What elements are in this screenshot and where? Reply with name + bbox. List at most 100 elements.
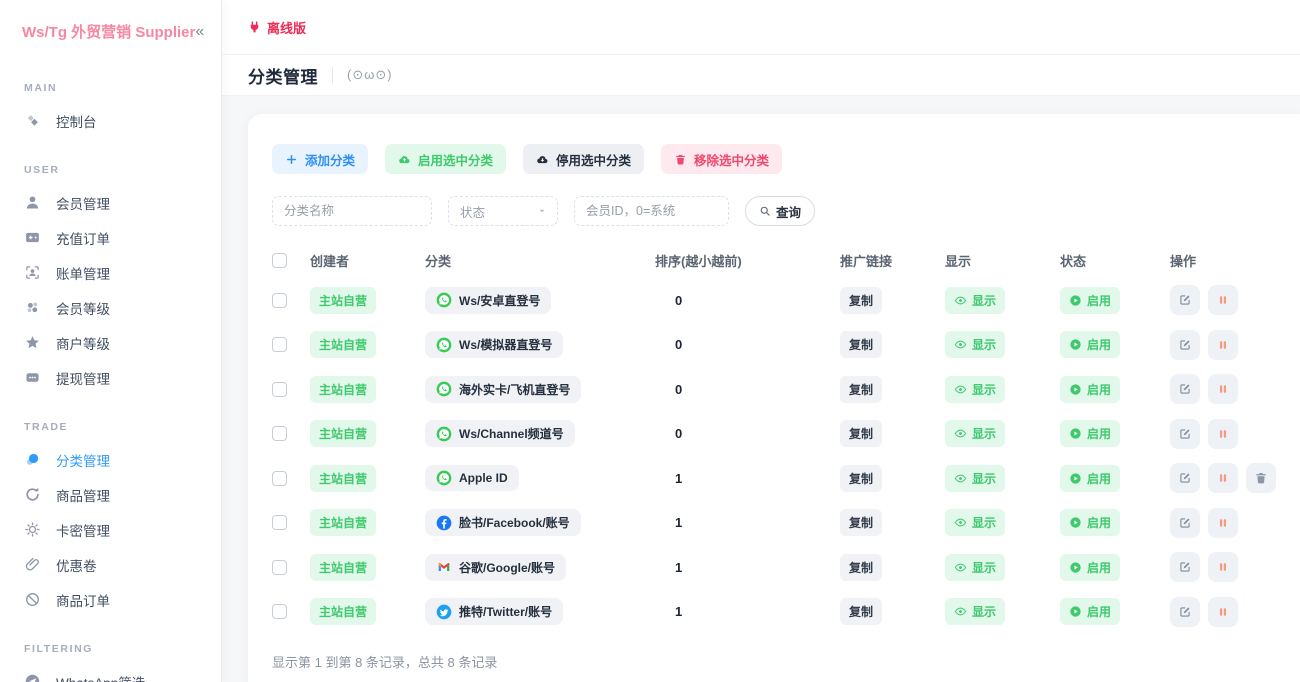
sidebar-section: USER 会员管理 充值订单 账单管理 会员等级 商户等级 提现管理 <box>0 164 221 395</box>
edit-button[interactable] <box>1170 330 1200 360</box>
pause-button[interactable] <box>1208 285 1238 315</box>
filter-bar: 状态 查询 <box>272 196 1276 226</box>
edit-button[interactable] <box>1170 508 1200 538</box>
pause-icon <box>1216 471 1230 485</box>
member-id-input[interactable] <box>574 196 729 226</box>
copy-link-button[interactable]: 复制 <box>840 376 882 403</box>
sidebar-item-category-management[interactable]: 分类管理 <box>0 442 221 477</box>
disable-selected-button[interactable]: 停用选中分类 <box>523 144 644 174</box>
play-circle-icon <box>1069 561 1082 574</box>
enable-selected-button[interactable]: 启用选中分类 <box>385 144 506 174</box>
edit-icon <box>1178 471 1192 485</box>
pause-button[interactable] <box>1208 374 1238 404</box>
copy-link-button[interactable]: 复制 <box>840 287 882 314</box>
category-pill: 脸书/Facebook/账号 <box>425 509 581 536</box>
status-badge[interactable]: 启用 <box>1060 331 1120 358</box>
copy-link-button[interactable]: 复制 <box>840 509 882 536</box>
edit-icon <box>1178 560 1192 574</box>
category-pill: 海外实卡/飞机直登号 <box>425 376 581 403</box>
pause-button[interactable] <box>1208 552 1238 582</box>
status-badge[interactable]: 启用 <box>1060 465 1120 492</box>
eye-icon <box>954 427 967 440</box>
facebook-icon <box>436 515 452 531</box>
topbar: 离线版 <box>222 0 1300 55</box>
sidebar-item-merchant-levels[interactable]: 商户等级 <box>0 325 221 360</box>
edit-button[interactable] <box>1170 552 1200 582</box>
cloud-upload-icon <box>398 153 411 166</box>
copy-link-button[interactable]: 复制 <box>840 598 882 625</box>
pause-button[interactable] <box>1208 419 1238 449</box>
row-checkbox[interactable] <box>272 604 287 619</box>
search-button[interactable]: 查询 <box>745 196 815 226</box>
sidebar-item-billing-management[interactable]: 账单管理 <box>0 255 221 290</box>
edit-button[interactable] <box>1170 285 1200 315</box>
pause-button[interactable] <box>1208 508 1238 538</box>
sidebar-item-whatsapp-filter[interactable]: WhatsApp筛选 <box>0 664 221 682</box>
category-name-input[interactable] <box>272 196 432 226</box>
sidebar-collapse-icon[interactable]: « <box>195 24 204 40</box>
row-checkbox[interactable] <box>272 560 287 575</box>
pause-icon <box>1216 560 1230 574</box>
sidebar-item-recharge-orders[interactable]: 充值订单 <box>0 220 221 255</box>
row-checkbox[interactable] <box>272 337 287 352</box>
sidebar-item-product-orders[interactable]: 商品订单 <box>0 582 221 617</box>
display-badge[interactable]: 显示 <box>945 331 1005 358</box>
creator-badge: 主站自营 <box>310 287 376 314</box>
status-badge[interactable]: 启用 <box>1060 598 1120 625</box>
display-badge[interactable]: 显示 <box>945 554 1005 581</box>
edit-button[interactable] <box>1170 597 1200 627</box>
remove-selected-button[interactable]: 移除选中分类 <box>661 144 782 174</box>
header-category: 分类 <box>425 251 655 270</box>
copy-link-button[interactable]: 复制 <box>840 331 882 358</box>
row-checkbox[interactable] <box>272 471 287 486</box>
sidebar-item-product-management[interactable]: 商品管理 <box>0 477 221 512</box>
display-badge[interactable]: 显示 <box>945 598 1005 625</box>
pause-icon <box>1216 293 1230 307</box>
app-title: Ws/Tg 外贸营销 Supplier <box>22 21 195 42</box>
edit-icon <box>1178 293 1192 307</box>
display-badge[interactable]: 显示 <box>945 287 1005 314</box>
display-badge[interactable]: 显示 <box>945 376 1005 403</box>
row-checkbox[interactable] <box>272 426 287 441</box>
select-all-checkbox[interactable] <box>272 253 287 268</box>
copy-link-button[interactable]: 复制 <box>840 420 882 447</box>
creator-badge: 主站自营 <box>310 331 376 358</box>
row-checkbox[interactable] <box>272 382 287 397</box>
pause-button[interactable] <box>1208 597 1238 627</box>
sidebar-item-coupons[interactable]: 优惠卷 <box>0 547 221 582</box>
status-badge[interactable]: 启用 <box>1060 420 1120 447</box>
dashboard-icon <box>24 112 41 129</box>
row-checkbox[interactable] <box>272 515 287 530</box>
delete-button[interactable] <box>1246 463 1276 493</box>
edit-button[interactable] <box>1170 419 1200 449</box>
display-badge[interactable]: 显示 <box>945 509 1005 536</box>
status-select[interactable]: 状态 <box>448 196 558 226</box>
whatsapp-icon <box>436 426 452 442</box>
table-row: 主站自营 谷歌/Google/账号 1 复制 显示 启用 <box>272 545 1276 590</box>
sidebar-item-member-levels[interactable]: 会员等级 <box>0 290 221 325</box>
copy-link-button[interactable]: 复制 <box>840 554 882 581</box>
status-badge[interactable]: 启用 <box>1060 554 1120 581</box>
add-category-button[interactable]: 添加分类 <box>272 144 368 174</box>
offline-badge: 离线版 <box>248 18 306 37</box>
edit-button[interactable] <box>1170 374 1200 404</box>
sidebar-item-withdrawal-management[interactable]: 提现管理 <box>0 360 221 395</box>
sidebar-item-console[interactable]: 控制台 <box>0 103 221 138</box>
copy-link-button[interactable]: 复制 <box>840 465 882 492</box>
display-badge[interactable]: 显示 <box>945 465 1005 492</box>
pause-button[interactable] <box>1208 330 1238 360</box>
display-badge[interactable]: 显示 <box>945 420 1005 447</box>
eye-icon <box>954 383 967 396</box>
whatsapp-icon <box>436 470 452 486</box>
row-checkbox[interactable] <box>272 293 287 308</box>
sidebar-item-card-key-management[interactable]: 卡密管理 <box>0 512 221 547</box>
pause-button[interactable] <box>1208 463 1238 493</box>
status-badge[interactable]: 启用 <box>1060 509 1120 536</box>
cloud-download-icon <box>536 153 549 166</box>
edit-button[interactable] <box>1170 463 1200 493</box>
sidebar-item-member-management[interactable]: 会员管理 <box>0 185 221 220</box>
gear-icon <box>24 521 41 538</box>
status-badge[interactable]: 启用 <box>1060 287 1120 314</box>
status-badge[interactable]: 启用 <box>1060 376 1120 403</box>
title-divider <box>332 67 333 83</box>
